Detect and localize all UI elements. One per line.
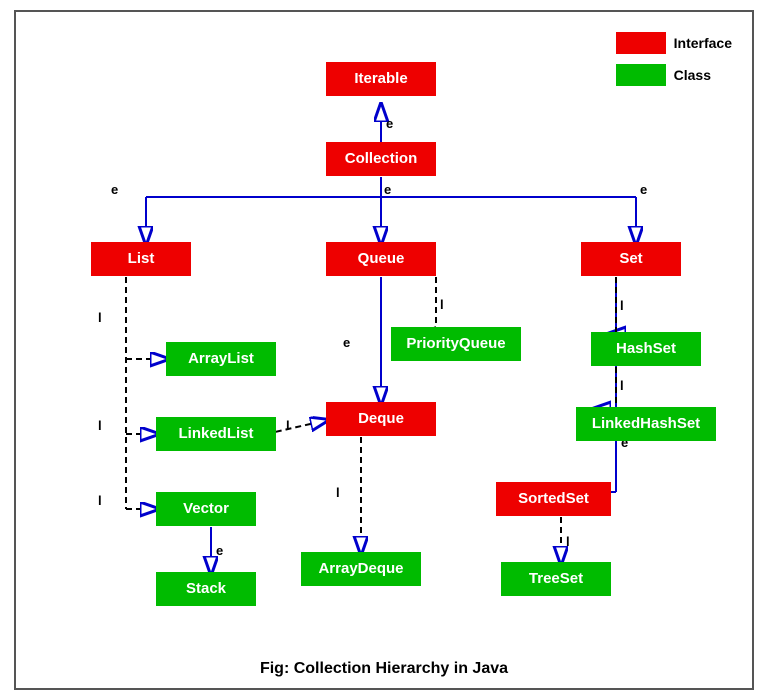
- node-linkedhashset: LinkedHashSet: [576, 407, 716, 441]
- svg-text:e: e: [111, 182, 118, 197]
- svg-text:l: l: [98, 310, 102, 325]
- node-list: List: [91, 242, 191, 276]
- svg-text:l: l: [98, 493, 102, 508]
- node-linkedlist: LinkedList: [156, 417, 276, 451]
- node-priorityqueue: PriorityQueue: [391, 327, 521, 361]
- svg-text:l: l: [620, 378, 624, 393]
- diagram-container: Interface Class e: [14, 10, 754, 690]
- svg-text:e: e: [343, 335, 350, 350]
- svg-text:e: e: [384, 182, 391, 197]
- node-stack: Stack: [156, 572, 256, 606]
- svg-text:l: l: [440, 297, 444, 312]
- node-hashset: HashSet: [591, 332, 701, 366]
- node-treeset: TreeSet: [501, 562, 611, 596]
- svg-text:e: e: [640, 182, 647, 197]
- svg-text:l: l: [98, 418, 102, 433]
- diagram-caption: Fig: Collection Hierarchy in Java: [36, 660, 732, 678]
- svg-text:l: l: [286, 418, 290, 433]
- node-arraydeque: ArrayDeque: [301, 552, 421, 586]
- diagram-area: e e e e l l l: [36, 32, 736, 652]
- svg-text:e: e: [386, 116, 393, 131]
- node-deque: Deque: [326, 402, 436, 436]
- svg-text:e: e: [216, 543, 223, 558]
- svg-text:l: l: [620, 298, 624, 313]
- node-queue: Queue: [326, 242, 436, 276]
- svg-text:l: l: [336, 485, 340, 500]
- node-vector: Vector: [156, 492, 256, 526]
- node-collection: Collection: [326, 142, 436, 176]
- node-iterable: Iterable: [326, 62, 436, 96]
- svg-text:l: l: [566, 534, 570, 549]
- node-sortedset: SortedSet: [496, 482, 611, 516]
- node-arraylist: ArrayList: [166, 342, 276, 376]
- node-set: Set: [581, 242, 681, 276]
